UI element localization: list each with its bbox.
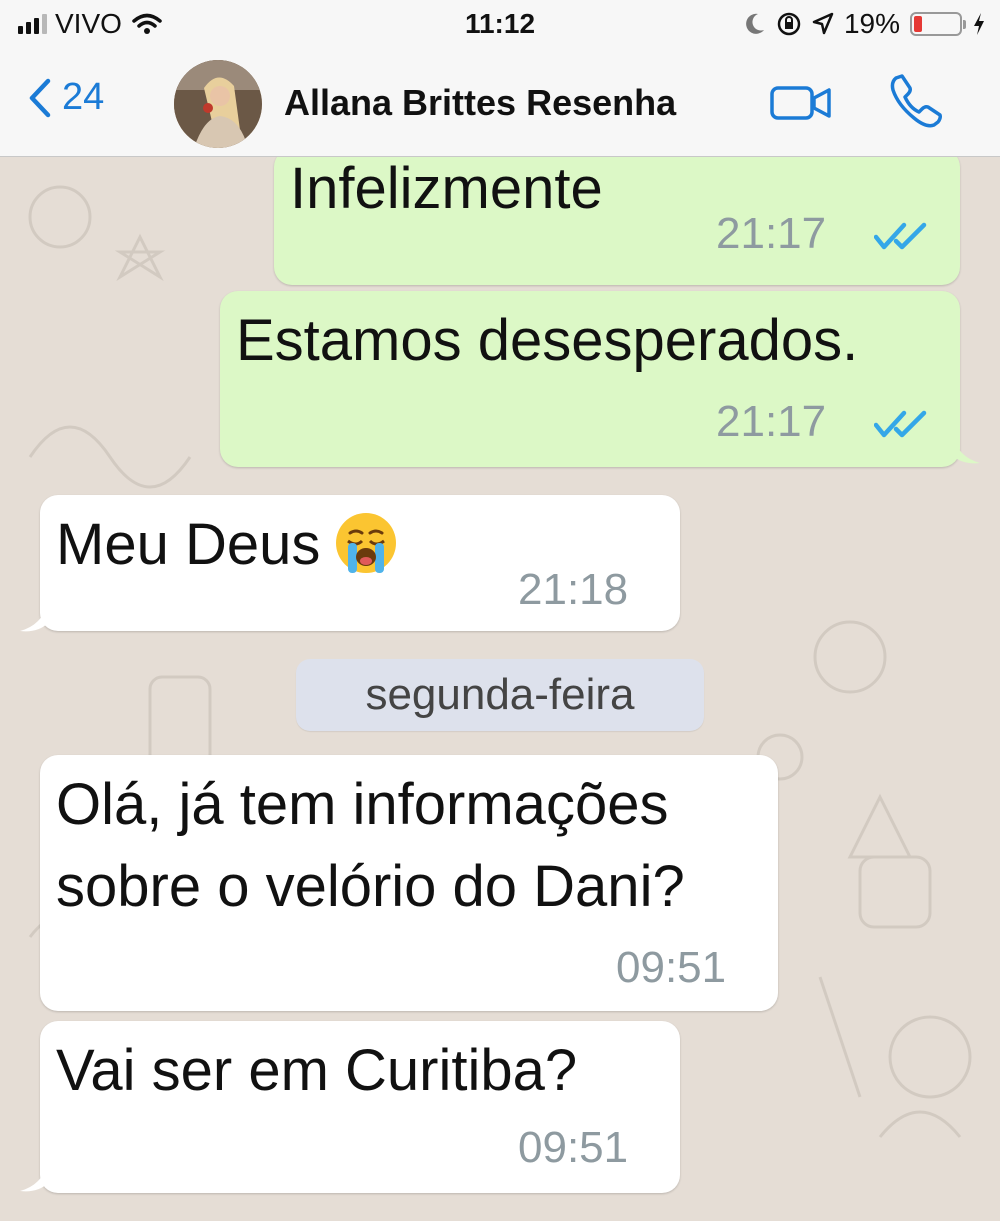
read-ticks-icon — [874, 222, 927, 250]
message-time: 09:51 — [616, 943, 727, 992]
orientation-lock-icon — [777, 12, 801, 36]
battery-percent: 19% — [843, 8, 900, 39]
bubble-tail — [20, 1163, 48, 1192]
message-time: 09:51 — [518, 1123, 629, 1172]
voice-call-button[interactable] — [888, 72, 944, 133]
message-list[interactable]: Infelizmente 21:17 Estamos desesperados.… — [0, 157, 1000, 1221]
message-text: Infelizmente — [290, 157, 603, 221]
message-bubble-incoming[interactable]: Olá, já tem informações sobre o velório … — [40, 755, 778, 1011]
message-text-line2: sobre o velório do Dani? — [56, 854, 685, 919]
status-right: 19% — [744, 8, 986, 40]
read-ticks-icon — [874, 410, 927, 438]
message-bubble-incoming[interactable]: Meu Deus 21:18 — [40, 495, 680, 631]
carrier-name: VIVO — [55, 8, 122, 39]
message-bubble-outgoing[interactable]: Infelizmente 21:17 — [274, 157, 960, 285]
chat-header: 24 Allana Brittes Resenha — [0, 52, 1000, 157]
message-text: Estamos desesperados. — [236, 308, 859, 373]
back-chevron-icon — [29, 78, 51, 117]
avatar[interactable] — [174, 60, 262, 148]
message-bubble-outgoing[interactable]: Estamos desesperados. 21:17 — [220, 291, 960, 467]
location-icon — [812, 12, 834, 35]
video-call-icon — [770, 86, 831, 120]
moon-icon — [746, 13, 764, 34]
message-text: Meu Deus — [56, 505, 398, 585]
avatar-image — [174, 60, 262, 148]
charging-icon — [974, 13, 984, 35]
back-button[interactable]: 24 — [28, 76, 104, 119]
unread-count: 24 — [62, 76, 105, 118]
phone-call-icon — [890, 74, 942, 128]
message-time: 21:17 — [716, 209, 827, 258]
bubble-tail — [20, 603, 48, 632]
battery-icon — [910, 12, 966, 36]
status-bar: VIVO 11:12 19% — [0, 0, 1000, 52]
wifi-icon — [132, 13, 162, 34]
video-call-button[interactable] — [770, 86, 832, 125]
bubble-tail — [952, 435, 980, 464]
message-time: 21:18 — [518, 565, 629, 614]
contact-name[interactable]: Allana Brittes Resenha — [284, 82, 676, 124]
carrier-indicator: VIVO — [18, 8, 162, 40]
signal-icon — [18, 14, 47, 34]
message-text-line1: Olá, já tem informações — [56, 772, 669, 837]
crying-face-emoji-icon — [336, 512, 397, 573]
date-separator: segunda-feira — [296, 659, 704, 731]
message-text: Vai ser em Curitiba? — [56, 1038, 578, 1103]
message-time: 21:17 — [716, 397, 827, 446]
message-bubble-incoming[interactable]: Vai ser em Curitiba? 09:51 — [40, 1021, 680, 1193]
message-text-content: Meu Deus — [56, 512, 321, 577]
